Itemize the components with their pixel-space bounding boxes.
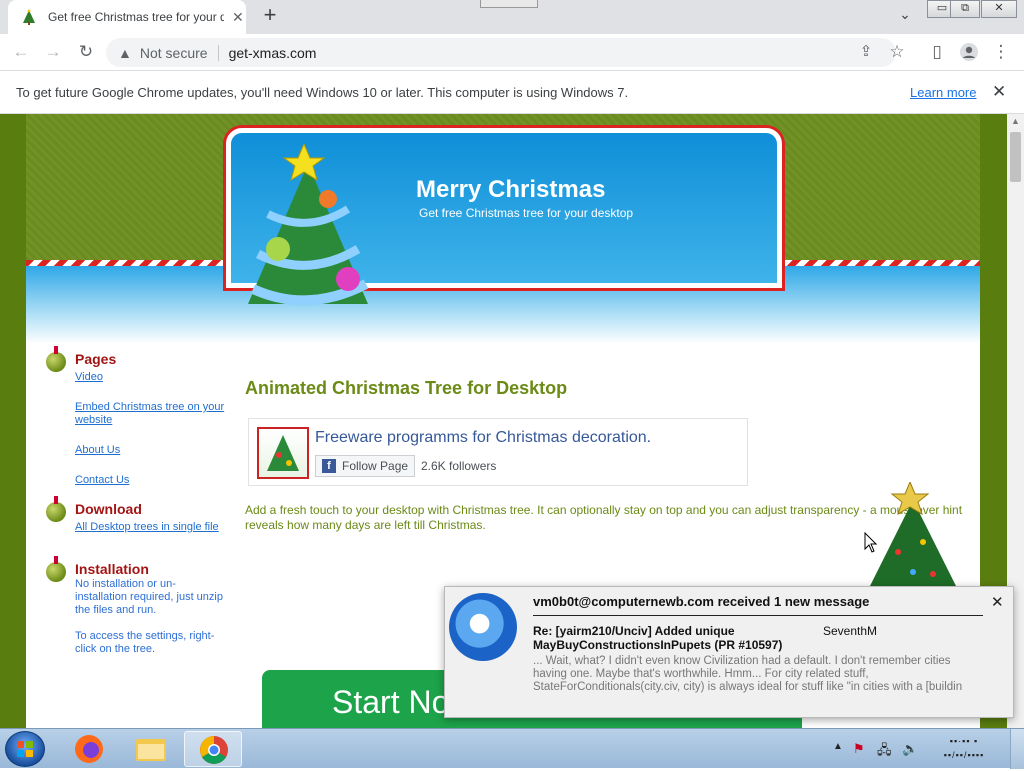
- notification-preview[interactable]: ... Wait, what? I didn't even know Civil…: [533, 655, 973, 694]
- mouse-cursor-icon: [864, 532, 878, 553]
- taskbar-file-explorer[interactable]: [122, 731, 180, 767]
- sidebar-link-all-trees[interactable]: All Desktop trees in single file: [75, 521, 225, 534]
- follow-page-label: Follow Page: [342, 459, 409, 473]
- notification-close-icon[interactable]: ✕: [991, 593, 1004, 611]
- action-center-flag-icon[interactable]: ⚑: [853, 741, 865, 757]
- security-status[interactable]: Not secure: [140, 45, 208, 61]
- network-icon[interactable]: 🖧: [877, 741, 892, 763]
- sidebar-link-video[interactable]: Video: [75, 371, 103, 384]
- url-text[interactable]: get-xmas.com: [229, 45, 317, 61]
- windows-taskbar: ▲ ⚑ 🖧 🔈 ▪▪·▪▪ ▪ ▪▪/▪▪/▪▪▪▪: [0, 728, 1024, 769]
- notification-divider: [533, 615, 983, 616]
- follow-page-button[interactable]: f Follow Page: [315, 455, 416, 477]
- start-button[interactable]: [5, 731, 45, 767]
- window-close-button[interactable]: ✕: [981, 0, 1017, 18]
- bookmark-star-icon[interactable]: ☆: [884, 39, 910, 65]
- thunderbird-icon: [449, 593, 517, 661]
- notification-subject[interactable]: Re: [yairm210/Unciv] Added unique MayBuy…: [533, 624, 793, 652]
- facebook-icon: f: [322, 459, 336, 473]
- facebook-page-widget[interactable]: Freeware programms for Christmas decorat…: [248, 418, 748, 486]
- address-bar[interactable]: ▲ Not secure get-xmas.com: [106, 38, 896, 67]
- forward-arrow-icon[interactable]: →: [40, 39, 66, 65]
- sidebar-heading-installation: Installation: [75, 561, 149, 577]
- banner-title: Merry Christmas: [416, 176, 606, 203]
- back-arrow-icon[interactable]: ←: [8, 39, 34, 65]
- notification-sender: SeventhM: [823, 624, 878, 638]
- settings-hint-text: To access the settings, right-click on t…: [75, 630, 215, 655]
- update-infobar: To get future Google Chrome updates, you…: [0, 72, 1024, 114]
- tab-strip: Get free Christmas tree for your d ✕ + ⌄…: [0, 0, 1024, 34]
- share-icon[interactable]: ⇪: [853, 39, 879, 65]
- taskbar-chrome[interactable]: [184, 731, 242, 767]
- reload-icon[interactable]: ↻: [73, 39, 99, 65]
- ornament-bullet-icon: [46, 346, 66, 372]
- notification-header: vm0b0t@computernewb.com received 1 new m…: [533, 594, 870, 609]
- new-tab-button[interactable]: +: [258, 4, 282, 28]
- sidebar-heading-pages: Pages: [75, 351, 117, 367]
- infobar-message: To get future Google Chrome updates, you…: [16, 85, 629, 100]
- folder-icon: [136, 739, 166, 761]
- sidebar-link-contact[interactable]: Contact Us: [75, 474, 129, 487]
- tree-favicon-icon: [23, 9, 35, 25]
- page-title: Animated Christmas Tree for Desktop: [245, 378, 568, 398]
- menu-kebab-icon[interactable]: ⋮: [988, 39, 1014, 65]
- tab-close-icon[interactable]: ✕: [232, 9, 244, 26]
- scroll-thumb[interactable]: [1010, 132, 1021, 182]
- warning-triangle-icon[interactable]: ▲: [118, 45, 132, 61]
- sidebar-heading-download: Download: [75, 501, 142, 517]
- candy-stripe-right: [776, 260, 980, 266]
- chrome-icon: [200, 736, 228, 764]
- tab-title: Get free Christmas tree for your d: [48, 10, 224, 24]
- side-panel-icon[interactable]: ▯: [924, 39, 950, 65]
- scroll-up-arrow-icon[interactable]: ▲: [1011, 116, 1020, 126]
- candy-stripe-left: [26, 260, 232, 266]
- banner-subtitle: Get free Christmas tree for your desktop: [419, 206, 634, 220]
- browser-tab[interactable]: Get free Christmas tree for your d ✕: [8, 0, 246, 34]
- volume-icon[interactable]: 🔈: [902, 741, 918, 757]
- sidebar-link-about[interactable]: About Us: [75, 444, 120, 457]
- restore-button[interactable]: ⧉: [950, 0, 980, 18]
- start-now-label: Start No: [332, 684, 450, 720]
- installation-text: No installation or un-installation requi…: [75, 578, 223, 616]
- learn-more-link[interactable]: Learn more: [910, 85, 976, 100]
- show-desktop-button[interactable]: [1010, 729, 1024, 769]
- ornament-bullet-icon: [46, 496, 66, 522]
- firefox-icon: [75, 735, 103, 763]
- facebook-page-thumbnail[interactable]: [257, 427, 309, 479]
- tab-search-chevron-icon[interactable]: ⌄: [894, 6, 916, 28]
- tray-expand-icon[interactable]: ▲: [833, 741, 843, 752]
- facebook-page-name[interactable]: Freeware programms for Christmas decorat…: [315, 429, 651, 447]
- omnibox-divider: [217, 44, 219, 61]
- email-notification-popup[interactable]: vm0b0t@computernewb.com received 1 new m…: [444, 586, 1014, 718]
- sidebar-link-embed[interactable]: Embed Christmas tree on your website: [75, 401, 225, 427]
- profile-avatar-icon[interactable]: [956, 39, 982, 65]
- taskbar-firefox[interactable]: [60, 731, 118, 767]
- follower-count: 2.6K followers: [421, 459, 497, 473]
- browser-toolbar: ← → ↻ ▲ Not secure get-xmas.com ⇪ ☆ ▯ ⋮: [0, 34, 1024, 71]
- ornament-bullet-icon: [46, 556, 66, 582]
- system-clock[interactable]: ▪▪·▪▪ ▪ ▪▪/▪▪/▪▪▪▪: [934, 734, 994, 762]
- window-grip: [480, 0, 538, 8]
- infobar-close-icon[interactable]: ✕: [992, 82, 1006, 102]
- christmas-tree-logo-icon: [248, 144, 369, 306]
